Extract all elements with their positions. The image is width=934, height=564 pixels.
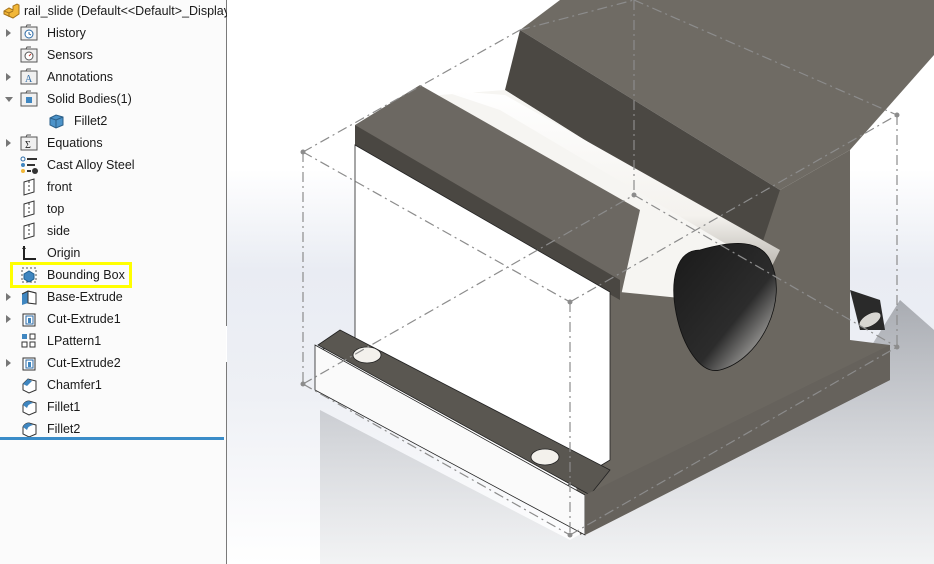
tree-item-equations[interactable]: Σ Equations	[0, 132, 224, 154]
cut-extrude-icon	[20, 354, 38, 372]
tree-item-annotations[interactable]: A Annotations	[0, 66, 224, 88]
tree-item-fillet1[interactable]: Fillet1	[0, 396, 224, 418]
tree-root-rail-slide[interactable]: rail_slide (Default<<Default>_Display	[0, 0, 230, 22]
expand-arrow-right-icon[interactable]	[6, 139, 11, 147]
tree-item-cast-alloy-steel[interactable]: Cast Alloy Steel	[0, 154, 224, 176]
material-icon	[20, 156, 38, 174]
tree-item-solid-bodies-1[interactable]: Solid Bodies(1)	[0, 88, 224, 110]
tree-item-label: History	[47, 26, 86, 40]
model-view	[300, 0, 934, 564]
tree-item-label: Fillet2	[47, 422, 81, 436]
tree-item-top[interactable]: top	[0, 198, 224, 220]
tree-item-label: side	[47, 224, 70, 238]
sensors-folder-icon	[20, 46, 38, 64]
linear-pattern-icon	[20, 332, 38, 350]
expand-arrow-down-icon[interactable]	[5, 97, 13, 102]
feature-manager-tree: rail_slide (Default<<Default>_Display Hi…	[0, 0, 230, 564]
expand-arrow-right-icon[interactable]	[6, 315, 11, 323]
fillet-icon	[20, 398, 38, 416]
tree-item-label: Annotations	[47, 70, 114, 84]
bounding-box-highlight	[10, 262, 132, 288]
solid-bodies-folder-icon	[20, 90, 38, 108]
expand-arrow-right-icon[interactable]	[6, 293, 11, 301]
tree-item-chamfer1[interactable]: Chamfer1	[0, 374, 224, 396]
mount-hole-2	[530, 448, 560, 466]
origin-icon	[20, 244, 38, 262]
tree-item-label: Cut-Extrude2	[47, 356, 121, 370]
plane-icon	[20, 200, 38, 218]
tree-item-cut-extrude1[interactable]: Cut-Extrude1	[0, 308, 224, 330]
tree-item-history[interactable]: History	[0, 22, 224, 44]
tree-item-lpattern1[interactable]: LPattern1	[0, 330, 224, 352]
tree-item-label: Sensors	[47, 48, 93, 62]
tree-item-sensors[interactable]: Sensors	[0, 44, 224, 66]
expand-arrow-right-icon[interactable]	[6, 29, 11, 37]
expand-arrow-right-icon[interactable]	[6, 359, 11, 367]
svg-text:Σ: Σ	[25, 140, 31, 151]
part-icon	[2, 2, 20, 20]
tree-item-cut-extrude2[interactable]: Cut-Extrude2	[0, 352, 224, 374]
svg-text:A: A	[25, 74, 33, 85]
tree-item-label: Solid Bodies(1)	[47, 92, 132, 106]
tree-item-base-extrude[interactable]: Base-Extrude	[0, 286, 224, 308]
tree-item-label: Fillet1	[47, 400, 81, 414]
annotations-folder-icon: A	[20, 68, 38, 86]
mount-hole-1	[352, 346, 382, 364]
extrude-icon	[20, 288, 38, 306]
tree-item-fillet2[interactable]: Fillet2	[0, 110, 224, 132]
tree-item-label: Fillet2	[74, 114, 108, 128]
graphics-viewport[interactable]	[227, 0, 934, 564]
tree-item-label: Origin	[47, 246, 81, 260]
rollback-bar[interactable]	[0, 437, 224, 440]
plane-icon	[20, 178, 38, 196]
tree-item-label: Chamfer1	[47, 378, 102, 392]
tree-item-label: top	[47, 202, 65, 216]
equations-folder-icon: Σ	[20, 134, 38, 152]
chamfer-icon	[20, 376, 38, 394]
tree-item-label: Equations	[47, 136, 103, 150]
plane-icon	[20, 222, 38, 240]
history-folder-icon	[20, 24, 38, 42]
tree-item-label: front	[47, 180, 73, 194]
cut-extrude-icon	[20, 310, 38, 328]
tree-item-label: Base-Extrude	[47, 290, 123, 304]
tree-item-origin[interactable]: Origin	[0, 242, 224, 264]
tree-item-front[interactable]: front	[0, 176, 224, 198]
tree-item-label: LPattern1	[47, 334, 102, 348]
tree-item-label: Cast Alloy Steel	[47, 158, 135, 172]
expand-arrow-right-icon[interactable]	[6, 73, 11, 81]
tree-item-label: Cut-Extrude1	[47, 312, 121, 326]
solid-body-icon	[47, 112, 65, 130]
tree-item-side[interactable]: side	[0, 220, 224, 242]
tree-root-label: rail_slide (Default<<Default>_Display	[24, 4, 231, 18]
fillet-icon	[20, 420, 38, 438]
